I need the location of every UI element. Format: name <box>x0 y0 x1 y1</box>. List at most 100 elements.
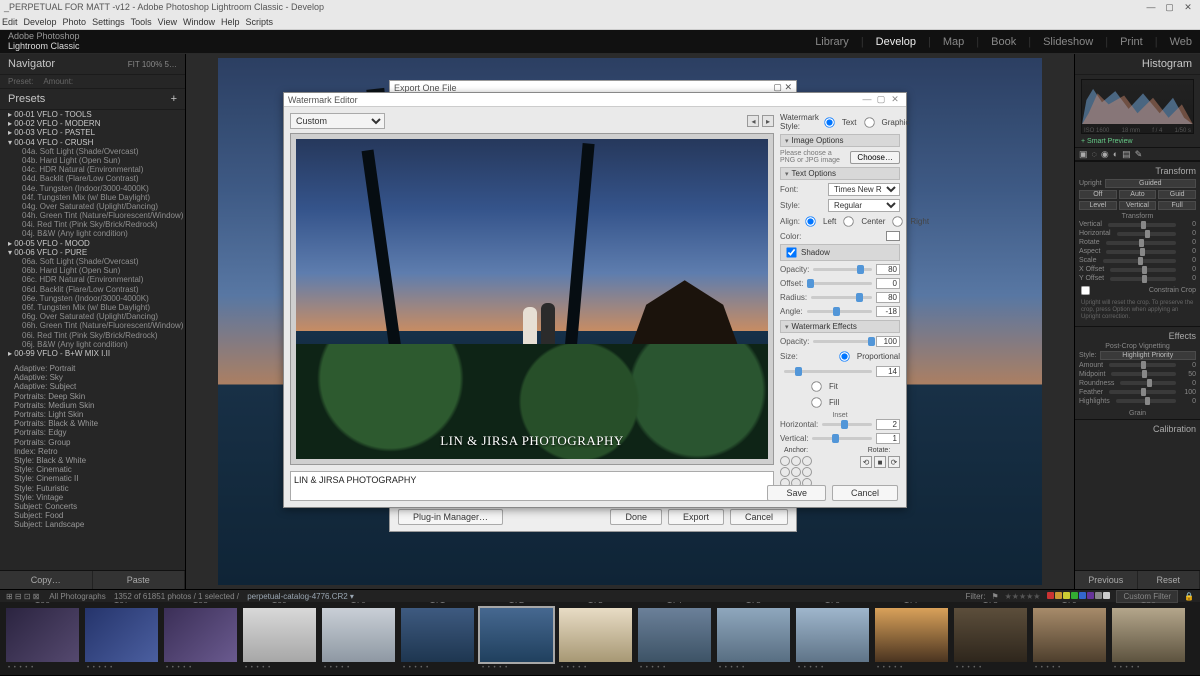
upright-guided[interactable]: Guid <box>1158 190 1196 199</box>
font-style-select[interactable]: Regular <box>828 199 900 212</box>
preset-item[interactable]: Adaptive: Portrait <box>4 364 185 373</box>
plugin-manager-button[interactable]: Plug-in Manager… <box>398 509 503 525</box>
thumbnail-175[interactable]: 175• • • • • <box>715 606 792 664</box>
navigator-zoom-options[interactable]: FIT 100% 5… <box>128 60 177 69</box>
shadow-radius-value[interactable] <box>876 292 900 303</box>
module-map[interactable]: Map <box>943 36 964 48</box>
shadow-checkbox[interactable] <box>786 247 796 257</box>
preset-item[interactable]: 06b. Hard Light (Open Sun) <box>4 266 185 275</box>
midpoint-slider[interactable] <box>1111 372 1176 376</box>
paste-button[interactable]: Paste <box>93 571 186 589</box>
thumbnail-168[interactable]: 168• • • • • <box>162 606 239 664</box>
shadow-opacity-value[interactable] <box>876 264 900 275</box>
menu-develop[interactable]: Develop <box>24 17 57 27</box>
menu-scripts[interactable]: Scripts <box>246 17 274 27</box>
reset-button[interactable]: Reset <box>1138 571 1200 589</box>
preset-item[interactable]: Portraits: Group <box>4 438 185 447</box>
preset-item[interactable]: Style: Cinematic II <box>4 474 185 483</box>
rotate-none-button[interactable]: ■ <box>874 456 886 468</box>
filter-lock-icon[interactable]: 🔒 <box>1184 592 1194 601</box>
upright-off[interactable]: Off <box>1079 190 1117 199</box>
watermark-preset-select[interactable]: Custom <box>290 113 385 129</box>
watermark-effects-header[interactable]: ▾Watermark Effects <box>780 320 900 333</box>
navigator-header[interactable]: Navigator FIT 100% 5… <box>0 54 185 75</box>
align-right-radio[interactable] <box>893 216 903 226</box>
thumbnail-180[interactable]: 180• • • • • <box>1110 606 1187 664</box>
preset-item[interactable]: Style: Cinematic <box>4 465 185 474</box>
preset-item[interactable]: Style: Black & White <box>4 456 185 465</box>
thumbnail-176[interactable]: 176• • • • • <box>794 606 871 664</box>
brush-icon[interactable]: ✎ <box>1135 149 1143 160</box>
preset-item[interactable]: 06i. Red Tint (Pink Sky/Brick/Redrock) <box>4 331 185 340</box>
export-maximize-icon[interactable]: ▢ <box>773 82 782 92</box>
preset-item[interactable]: Subject: Food <box>4 511 185 520</box>
preset-item[interactable]: 06g. Over Saturated (Uplight/Dancing) <box>4 312 185 321</box>
preset-item[interactable]: Adaptive: Subject <box>4 382 185 391</box>
shadow-header[interactable]: Shadow <box>780 244 900 261</box>
preset-item[interactable]: 06e. Tungsten (Indoor/3000-4000K) <box>4 294 185 303</box>
thumbnail-172[interactable]: 172• • • • • <box>478 606 555 664</box>
upright-vertical[interactable]: Vertical <box>1119 201 1157 210</box>
size-slider[interactable] <box>784 370 872 373</box>
roundness-slider[interactable] <box>1120 381 1176 385</box>
amount-slider[interactable] <box>1109 363 1176 367</box>
thumbnail-177[interactable]: 177• • • • • <box>873 606 950 664</box>
watermark-style-text-radio[interactable] <box>824 117 834 127</box>
preset-item[interactable]: Style: Vintage <box>4 493 185 502</box>
shadow-angle-value[interactable] <box>876 306 900 317</box>
preset-group[interactable]: ▸ 00-03 VFLO - PASTEL <box>4 128 185 137</box>
thumbnail-173[interactable]: 173• • • • • <box>557 606 634 664</box>
histogram-header[interactable]: Histogram <box>1075 54 1200 75</box>
effect-opacity-value[interactable] <box>876 336 900 347</box>
constrain-crop-checkbox[interactable] <box>1081 286 1090 295</box>
preset-item[interactable]: Adaptive: Sky <box>4 373 185 382</box>
module-slideshow[interactable]: Slideshow <box>1043 36 1093 48</box>
menu-edit[interactable]: Edit <box>2 17 18 27</box>
menu-tools[interactable]: Tools <box>131 17 152 27</box>
module-web[interactable]: Web <box>1170 36 1192 48</box>
tool-strip[interactable]: ▣◌◉◐▤✎ <box>1075 147 1200 161</box>
rotate-slider[interactable] <box>1106 241 1176 245</box>
star-filter[interactable]: ★★★★★ <box>1005 592 1041 601</box>
preset-item[interactable]: 04e. Tungsten (Indoor/3000-4000K) <box>4 184 185 193</box>
wm-minimize-icon[interactable]: — <box>860 94 874 104</box>
preset-item[interactable]: Subject: Landscape <box>4 520 185 529</box>
watermark-style-graphic-radio[interactable] <box>864 117 874 127</box>
preset-item[interactable]: 06c. HDR Natural (Environmental) <box>4 275 185 284</box>
thumbnail-167[interactable]: 167• • • • • <box>83 606 160 664</box>
highlights-slider[interactable] <box>1116 399 1176 403</box>
inset-h-value[interactable] <box>876 419 900 430</box>
shadow-opacity-slider[interactable] <box>813 268 872 271</box>
export-close-icon[interactable]: ✕ <box>784 82 792 92</box>
thumbnail-178[interactable]: 178• • • • • <box>952 606 1029 664</box>
grad-icon[interactable]: ▤ <box>1122 149 1131 160</box>
x-offset-slider[interactable] <box>1110 268 1176 272</box>
align-center-radio[interactable] <box>844 216 854 226</box>
flag-filter-icon[interactable]: ⚑ <box>991 592 998 601</box>
preset-group[interactable]: ▸ 00-01 VFLO - TOOLS <box>4 110 185 119</box>
anchor-grid[interactable] <box>780 456 812 488</box>
preset-item[interactable]: 06f. Tungsten Mix (w/ Blue Daylight) <box>4 303 185 312</box>
preset-item[interactable]: 06h. Green Tint (Nature/Fluorescent/Wind… <box>4 321 185 330</box>
preset-item[interactable]: 06j. B&W (Any light condition) <box>4 340 185 349</box>
filmstrip-filename[interactable]: perpetual-catalog-4776.CR2 ▾ <box>247 592 354 601</box>
menu-window[interactable]: Window <box>183 17 215 27</box>
menu-view[interactable]: View <box>158 17 177 27</box>
module-book[interactable]: Book <box>991 36 1016 48</box>
next-image-button[interactable]: ▸ <box>762 115 774 127</box>
preset-group[interactable]: ▸ 00-99 VFLO - B+W MIX I.II <box>4 349 185 358</box>
preset-item[interactable]: Subject: Concerts <box>4 502 185 511</box>
thumbnail-170[interactable]: 170• • • • • <box>320 606 397 664</box>
thumbnail-179[interactable]: 179• • • • • <box>1031 606 1108 664</box>
effects-header[interactable]: Effects <box>1079 329 1196 343</box>
inset-v-slider[interactable] <box>812 437 872 440</box>
text-options-header[interactable]: ▾Text Options <box>780 167 900 180</box>
size-proportional-radio[interactable] <box>839 351 849 361</box>
thumbnail-169[interactable]: 169• • • • • <box>241 606 318 664</box>
mask-icon[interactable]: ◐ <box>1113 149 1118 159</box>
maximize-icon[interactable]: ▢ <box>1161 2 1177 13</box>
preset-item[interactable]: Index: Retro <box>4 447 185 456</box>
minimize-icon[interactable]: — <box>1143 2 1159 12</box>
vertical-slider[interactable] <box>1108 223 1176 227</box>
color-well[interactable] <box>886 231 900 241</box>
